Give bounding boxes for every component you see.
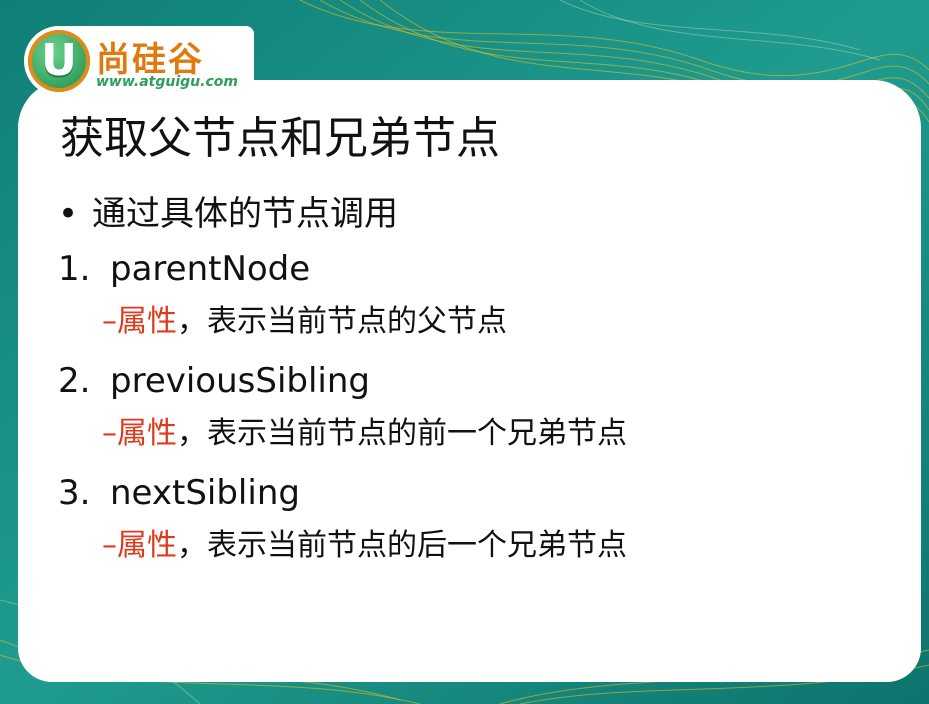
item-number: 2. (58, 361, 91, 401)
sub-item-3: –属性，表示当前节点的后一个兄弟节点 (58, 526, 898, 583)
item-number: 3. (58, 473, 91, 513)
logo: U 尚硅谷 www.atguigu.com (24, 26, 254, 96)
sub-item-type: 属性 (117, 416, 177, 451)
sub-item-dash: – (102, 416, 117, 451)
logo-badge-letter: U (41, 35, 77, 86)
numbered-item-2: 2. previousSibling (58, 359, 898, 414)
sub-item-2: –属性，表示当前节点的前一个兄弟节点 (58, 414, 898, 471)
sub-item-dash: – (102, 528, 117, 563)
item-number: 1. (58, 249, 91, 289)
numbered-item-1: 1. parentNode (58, 247, 898, 302)
sub-item-dash: – (102, 304, 117, 339)
logo-url: www.atguigu.com (96, 74, 238, 90)
slide-title: 获取父节点和兄弟节点 (60, 113, 500, 164)
bullet-text: 通过具体的节点调用 (92, 194, 398, 234)
sub-item-1: –属性，表示当前节点的父节点 (58, 302, 898, 359)
item-name: nextSibling (110, 473, 300, 513)
sub-item-description: ，表示当前节点的父节点 (177, 304, 507, 339)
sub-item-type: 属性 (117, 304, 177, 339)
item-name: parentNode (110, 249, 311, 289)
logo-badge-icon: U (28, 30, 90, 92)
bullet-marker: • (58, 194, 79, 234)
sub-item-description: ，表示当前节点的后一个兄弟节点 (177, 528, 627, 563)
numbered-item-3: 3. nextSibling (58, 471, 898, 526)
bullet-item: • 通过具体的节点调用 (58, 192, 898, 247)
slide-body: • 通过具体的节点调用 1. parentNode –属性，表示当前节点的父节点 2… (58, 192, 898, 583)
sub-item-description: ，表示当前节点的前一个兄弟节点 (177, 416, 627, 451)
item-name: previousSibling (110, 361, 370, 401)
sub-item-type: 属性 (117, 528, 177, 563)
